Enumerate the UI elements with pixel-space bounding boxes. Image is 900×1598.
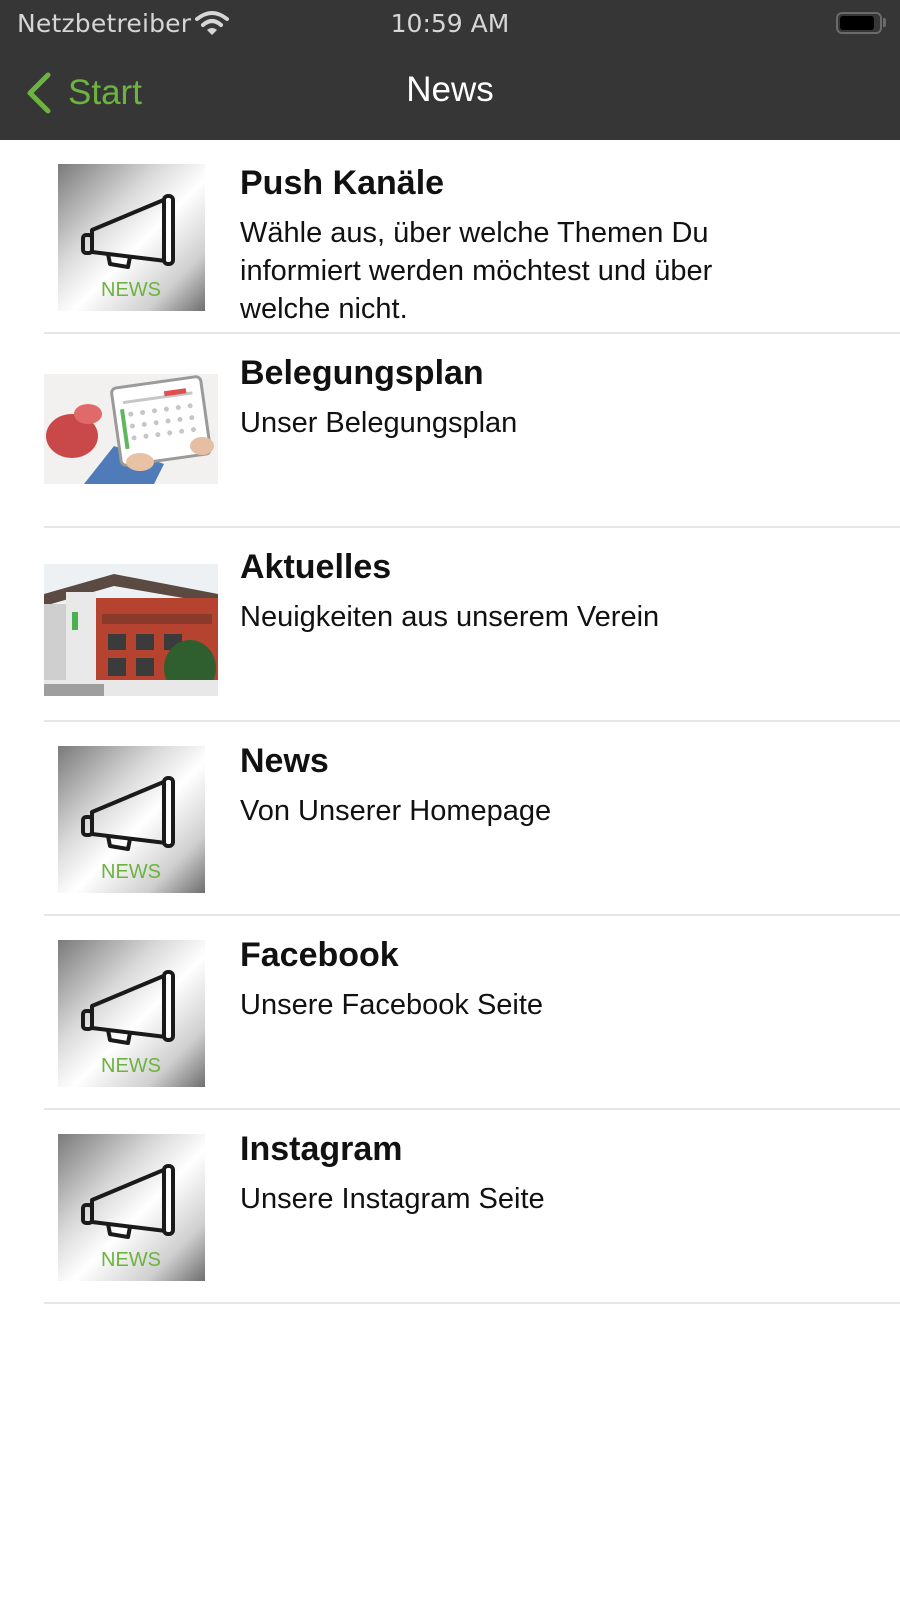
list-item-aktuelles[interactable]: Aktuelles Neuigkeiten aus unserem Verein [0, 528, 900, 722]
item-description: Von Unserer Homepage [240, 795, 552, 827]
item-title: Belegungsplan [240, 354, 484, 392]
item-description: Unsere Facebook Seite [240, 989, 544, 1021]
navigation-bar: Netzbetreiber 10:59 AM Start News [0, 0, 900, 140]
item-title: Facebook [240, 936, 399, 974]
list-item-news[interactable]: NEWS News Von Unserer Homepage [0, 722, 900, 916]
calendar-tablet-photo [44, 374, 218, 484]
battery-cap [883, 18, 886, 27]
news-label: NEWS [101, 861, 161, 883]
battery-icon [836, 12, 882, 34]
battery-level [840, 16, 874, 30]
item-description: Unsere Instagram Seite [240, 1183, 545, 1215]
list-item-belegungsplan[interactable]: Belegungsplan Unser Belegungsplan [0, 334, 900, 528]
news-label: NEWS [101, 1055, 161, 1077]
clubhouse-building-photo [44, 564, 218, 696]
status-bar: Netzbetreiber 10:59 AM [0, 0, 900, 48]
item-title: Push Kanäle [240, 164, 445, 202]
item-description: Unser Belegungsplan [240, 407, 518, 439]
page-title: News [406, 70, 494, 109]
list-item-facebook[interactable]: NEWS Facebook Unsere Facebook Seite [0, 916, 900, 1110]
item-description: Neuigkeiten aus unserem Verein [240, 601, 660, 633]
item-title: News [240, 742, 329, 780]
news-label: NEWS [101, 1249, 161, 1271]
megaphone-news-icon: NEWS [58, 940, 205, 1087]
list-item-instagram[interactable]: NEWS Instagram Unsere Instagram Seite [0, 1110, 900, 1304]
news-label: NEWS [101, 279, 161, 301]
item-description: Wähle aus, über welche Themen Du informi… [240, 217, 713, 325]
item-title: Instagram [240, 1130, 403, 1168]
item-title: Aktuelles [240, 548, 392, 586]
news-list: NEWS Push Kanäle Wähle aus, über welche … [0, 140, 900, 1304]
megaphone-news-icon: NEWS [58, 164, 205, 311]
list-item-push-kanaele[interactable]: NEWS Push Kanäle Wähle aus, über welche … [0, 140, 900, 334]
megaphone-news-icon: NEWS [58, 746, 205, 893]
megaphone-news-icon: NEWS [58, 1134, 205, 1281]
divider [44, 1302, 900, 1304]
status-time: 10:59 AM [390, 9, 510, 38]
